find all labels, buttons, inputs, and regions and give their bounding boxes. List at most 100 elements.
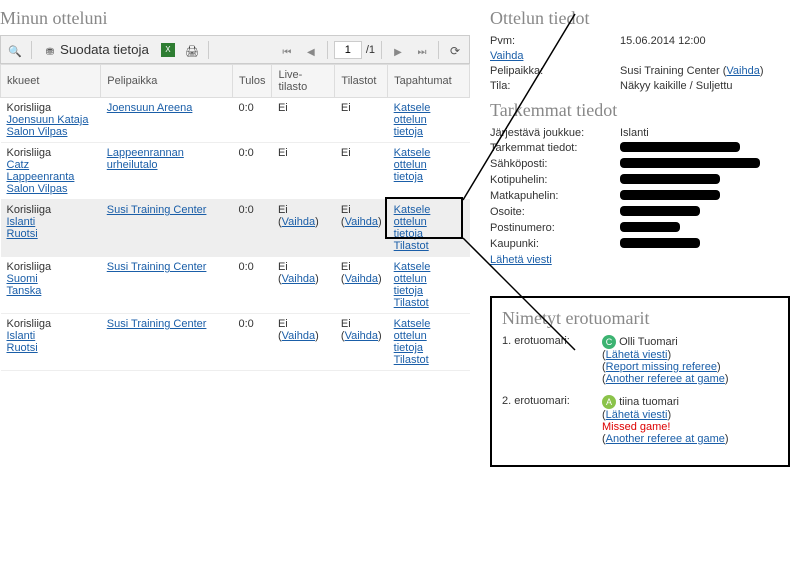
venue-link[interactable]: Joensuun Areena: [107, 102, 193, 114]
stats-change-link[interactable]: Vaihda: [345, 330, 378, 342]
page-prev-button[interactable]: [301, 40, 321, 60]
events-cell: Katsele otteluntietoja: [388, 98, 470, 143]
view-match-link[interactable]: Katsele ottelun: [394, 318, 431, 342]
score-cell: 0:0: [232, 314, 272, 371]
table-row[interactable]: KorisliigaIslantiRuotsiSusi Training Cen…: [1, 314, 470, 371]
team-link[interactable]: Salon Vilpas: [7, 183, 95, 195]
view-match-link[interactable]: tietoja: [394, 126, 423, 138]
pvm-label: Pvm:: [490, 35, 620, 47]
ref2-label: 2. erotuomari:: [502, 395, 602, 445]
change-venue-link[interactable]: Vaihda: [726, 65, 759, 77]
table-row[interactable]: KorisliigaSuomiTanska Susi Training Cente…: [1, 257, 470, 314]
export-xls-button[interactable]: X: [158, 40, 178, 60]
col-stats[interactable]: Tilastot: [335, 65, 388, 98]
team-link[interactable]: Ruotsi: [7, 228, 95, 240]
col-events[interactable]: Tapahtumat: [388, 65, 470, 98]
city-label: Kaupunki:: [490, 238, 620, 251]
redacted: [620, 222, 680, 232]
ref1-another-link[interactable]: Another referee at game: [606, 373, 725, 385]
team-link[interactable]: Islanti: [7, 216, 95, 228]
redacted: [620, 142, 740, 152]
team-link[interactable]: Catz Lappeenranta: [7, 159, 95, 183]
stats-change-link[interactable]: Vaihda: [345, 273, 378, 285]
live-change-link[interactable]: Vaihda: [282, 216, 315, 228]
ref2-send-link[interactable]: Lähetä viesti: [606, 409, 668, 421]
live-cell: Ei(Vaihda): [272, 200, 335, 257]
status-label: Tila:: [490, 80, 620, 92]
venue-link[interactable]: Lappeenrannan urheilutalo: [107, 147, 184, 171]
live-change-link[interactable]: Vaihda: [282, 330, 315, 342]
score-cell: 0:0: [232, 200, 272, 257]
stats-link[interactable]: Tilastot: [394, 297, 429, 309]
status-value: Näkyy kaikille / Suljettu: [620, 80, 790, 92]
venue-link[interactable]: Susi Training Center: [107, 204, 207, 216]
send-message-link[interactable]: Lähetä viesti: [490, 254, 552, 266]
events-cell: Katsele otteluntietojaTilastot: [388, 314, 470, 371]
page-next-button[interactable]: [388, 40, 408, 60]
table-row[interactable]: KorisliigaJoensuun KatajaSalon VilpasJoe…: [1, 98, 470, 143]
view-match-link[interactable]: Katsele ottelun: [394, 102, 431, 126]
view-match-link[interactable]: tietoja: [394, 228, 423, 240]
filter-icon: [43, 43, 57, 57]
score-cell: 0:0: [232, 98, 272, 143]
match-details-title: Ottelun tiedot: [490, 8, 790, 29]
postcode-label: Postinumero:: [490, 222, 620, 235]
page-input[interactable]: [334, 41, 362, 59]
moreinfo-label: Tarkemmat tiedot:: [490, 142, 620, 155]
print-button[interactable]: [182, 40, 202, 60]
col-live[interactable]: Live-tilasto: [272, 65, 335, 98]
view-match-link[interactable]: Katsele ottelun: [394, 147, 431, 171]
referees-title: Nimetyt erotuomarit: [502, 308, 778, 329]
league-name: Korisliiga: [7, 261, 52, 273]
team-link[interactable]: Ruotsi: [7, 342, 95, 354]
ref1-report-link[interactable]: Report missing referee: [606, 361, 717, 373]
stats-change-link[interactable]: Vaihda: [345, 216, 378, 228]
team-link[interactable]: Islanti: [7, 330, 95, 342]
col-score[interactable]: Tulos: [232, 65, 272, 98]
team-link[interactable]: Salon Vilpas: [7, 126, 95, 138]
referees-box: Nimetyt erotuomarit 1. erotuomari: C Oll…: [490, 296, 790, 467]
table-row[interactable]: KorisliigaIslantiRuotsiSusi Training Cen…: [1, 200, 470, 257]
redacted: [620, 174, 720, 184]
ref2-name: tiina tuomari: [619, 396, 679, 408]
separator: [208, 41, 209, 59]
events-cell: Katsele otteluntietojaTilastot: [388, 200, 470, 257]
search-icon: [8, 43, 22, 57]
change-date-link[interactable]: Vaihda: [490, 50, 523, 62]
filter-button[interactable]: Suodata tietoja: [38, 39, 154, 60]
view-match-link[interactable]: tietoja: [394, 342, 423, 354]
team-link[interactable]: Joensuun Kataja: [7, 114, 95, 126]
team-link[interactable]: Suomi: [7, 273, 95, 285]
team-link[interactable]: Tanska: [7, 285, 95, 297]
page-first-button[interactable]: [277, 40, 297, 60]
matches-table: kkueet Pelipaikka Tulos Live-tilasto Til…: [0, 64, 470, 371]
col-venue[interactable]: Pelipaikka: [101, 65, 233, 98]
stats-link[interactable]: Tilastot: [394, 240, 429, 252]
venue-link[interactable]: Susi Training Center: [107, 318, 207, 330]
ref2-another-link[interactable]: Another referee at game: [606, 433, 725, 445]
search-button[interactable]: [5, 40, 25, 60]
view-match-link[interactable]: tietoja: [394, 285, 423, 297]
refresh-button[interactable]: [445, 40, 465, 60]
events-cell: Katsele otteluntietojaTilastot: [388, 257, 470, 314]
first-icon: [280, 43, 294, 57]
table-row[interactable]: KorisliigaCatz LappeenrantaSalon VilpasL…: [1, 143, 470, 200]
stats-cell: Ei: [335, 143, 388, 200]
view-match-link[interactable]: tietoja: [394, 171, 423, 183]
toolbar: Suodata tietoja X /1: [0, 35, 470, 64]
last-icon: [415, 43, 429, 57]
view-match-link[interactable]: Katsele ottelun: [394, 261, 431, 285]
col-teams[interactable]: kkueet: [1, 65, 101, 98]
stats-cell: Ei(Vaihda): [335, 314, 388, 371]
live-change-link[interactable]: Vaihda: [282, 273, 315, 285]
xls-icon: X: [161, 43, 175, 57]
ref1-name: Olli Tuomari: [619, 336, 678, 348]
page-last-button[interactable]: [412, 40, 432, 60]
live-cell: Ei: [272, 143, 335, 200]
stats-link[interactable]: Tilastot: [394, 354, 429, 366]
ref1-send-link[interactable]: Lähetä viesti: [606, 349, 668, 361]
page-total: /1: [366, 44, 375, 56]
live-cell: Ei: [272, 98, 335, 143]
view-match-link[interactable]: Katsele ottelun: [394, 204, 431, 228]
venue-link[interactable]: Susi Training Center: [107, 261, 207, 273]
